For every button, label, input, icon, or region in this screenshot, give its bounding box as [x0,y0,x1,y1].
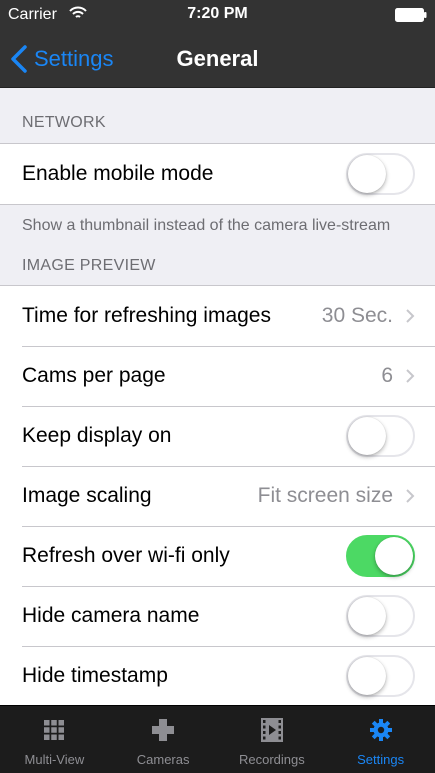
row-value: Fit screen size [257,484,393,507]
row-label: Image scaling [22,484,152,507]
plus-icon [152,719,175,741]
chevron-right-icon [406,489,415,503]
keep-display-on-switch[interactable] [346,415,415,457]
gear-icon [369,719,392,741]
hide-timestamp-switch[interactable] [346,655,415,697]
navigation-bar: Settings General [0,30,435,88]
tab-bar: Multi-View Cameras Recordings Settings [0,705,435,773]
tab-cameras[interactable]: Cameras [109,706,218,773]
chevron-right-icon [406,309,415,323]
row-hide-timestamp: Hide timestamp [0,646,435,705]
row-label: Cams per page [22,364,166,387]
row-keep-display-on: Keep display on [0,406,435,466]
status-time: 7:20 PM [187,5,248,22]
row-refresh-time[interactable]: Time for refreshing images 30 Sec. [0,286,435,346]
row-label: Refresh over wi-fi only [22,544,230,567]
tab-label: Settings [357,752,405,767]
image-preview-group: Time for refreshing images 30 Sec. Cams … [0,285,435,705]
row-enable-mobile-mode: Enable mobile mode [0,144,435,204]
section-header-image-preview: IMAGE PREVIEW [22,257,156,274]
section-header-network: NETWORK [22,114,106,131]
section-footer-network: Show a thumbnail instead of the camera l… [22,217,391,234]
row-label: Hide timestamp [22,664,168,687]
status-bar: Carrier 7:20 PM [0,0,435,30]
chevron-right-icon [406,369,415,383]
network-group: Enable mobile mode [0,143,435,205]
tab-settings[interactable]: Settings [326,706,435,773]
tab-label: Cameras [136,752,190,767]
row-hide-camera-name: Hide camera name [0,586,435,646]
row-label: Hide camera name [22,604,200,627]
hide-camera-name-switch[interactable] [346,595,415,637]
tab-recordings[interactable]: Recordings [218,706,327,773]
enable-mobile-mode-switch[interactable] [346,153,415,195]
row-value: 6 [381,364,393,387]
row-image-scaling[interactable]: Image scaling Fit screen size [0,466,435,526]
row-refresh-wifi-only: Refresh over wi-fi only [0,526,435,586]
grid-icon [44,720,65,740]
tab-label: Multi-View [24,752,85,767]
tab-multi-view[interactable]: Multi-View [0,706,109,773]
tab-label: Recordings [238,752,305,767]
refresh-wifi-only-switch[interactable] [346,535,415,577]
row-value: 30 Sec. [321,304,393,327]
page-title: General [176,46,259,71]
row-cams-per-page[interactable]: Cams per page 6 [0,346,435,406]
settings-list[interactable]: NETWORK Enable mobile mode Show a thumbn… [0,88,435,705]
row-label: Keep display on [22,424,172,447]
row-label: Time for refreshing images [22,304,271,327]
battery-icon [395,8,427,22]
film-icon [260,718,283,742]
row-label: Enable mobile mode [22,162,214,185]
